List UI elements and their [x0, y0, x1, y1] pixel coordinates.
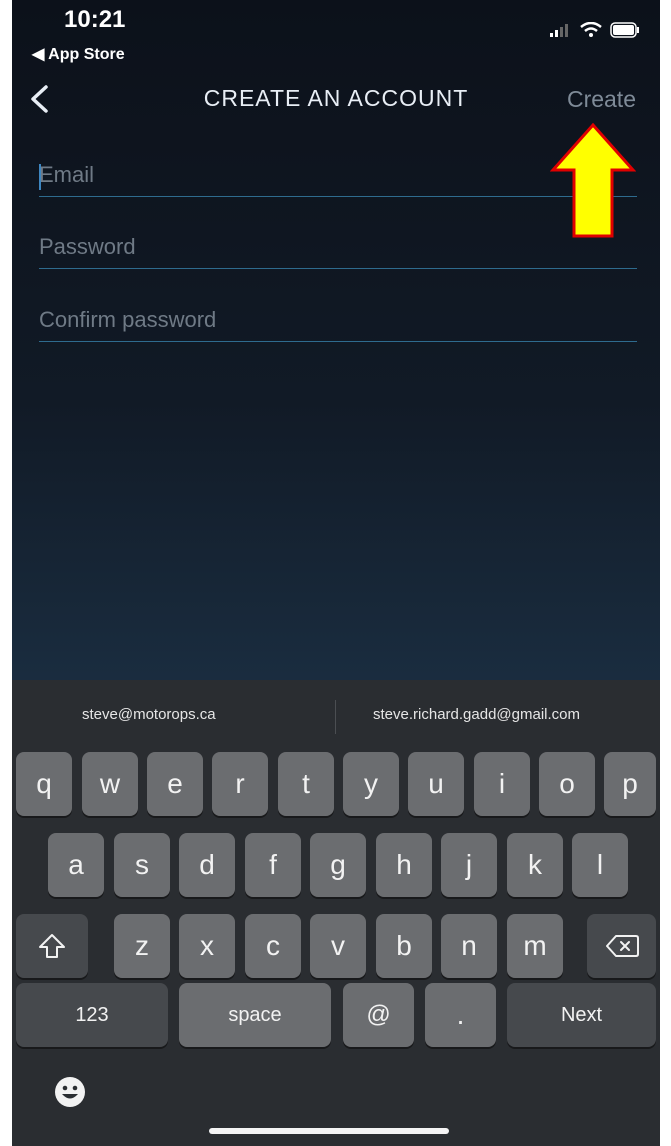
signal-icon [550, 24, 568, 37]
key-d[interactable]: d [179, 833, 235, 897]
confirm-password-field[interactable] [39, 307, 637, 341]
shift-key[interactable] [16, 914, 88, 978]
dot-key[interactable]: . [425, 983, 496, 1047]
key-n[interactable]: n [441, 914, 497, 978]
key-s[interactable]: s [114, 833, 170, 897]
key-j[interactable]: j [441, 833, 497, 897]
wifi-icon [580, 22, 602, 37]
delete-key[interactable] [587, 914, 656, 978]
key-l[interactable]: l [572, 833, 628, 897]
page-title: CREATE AN ACCOUNT [203, 85, 469, 111]
text-caret [39, 164, 41, 190]
status-icons [550, 22, 640, 38]
key-b[interactable]: b [376, 914, 432, 978]
password-field-container [39, 234, 637, 269]
key-o[interactable]: o [539, 752, 595, 816]
key-e[interactable]: e [147, 752, 203, 816]
key-a[interactable]: a [48, 833, 104, 897]
key-m[interactable]: m [507, 914, 563, 978]
key-k[interactable]: k [507, 833, 563, 897]
back-to-app-store-link[interactable]: ◀ App Store [32, 44, 125, 64]
space-key[interactable]: space [179, 983, 331, 1047]
autofill-suggestion-bar: steve@motorops.ca steve.richard.gadd@gma… [12, 680, 660, 754]
suggestion-divider [335, 700, 336, 734]
key-y[interactable]: y [343, 752, 399, 816]
key-w[interactable]: w [82, 752, 138, 816]
key-z[interactable]: z [114, 914, 170, 978]
key-r[interactable]: r [212, 752, 268, 816]
email-field-container [39, 162, 637, 197]
battery-icon [610, 22, 639, 38]
suggestion-email-1[interactable]: steve@motorops.ca [82, 706, 216, 723]
next-key[interactable]: Next [507, 983, 656, 1047]
status-time: 10:21 [64, 6, 126, 33]
key-g[interactable]: g [310, 833, 366, 897]
shift-icon [39, 934, 65, 958]
emoji-icon[interactable] [54, 1076, 86, 1108]
keyboard: steve@motorops.ca steve.richard.gadd@gma… [12, 680, 660, 1146]
home-indicator[interactable] [209, 1128, 449, 1134]
key-i[interactable]: i [474, 752, 530, 816]
at-key[interactable]: @ [343, 983, 414, 1047]
key-t[interactable]: t [278, 752, 334, 816]
confirm-password-field-container [39, 307, 637, 342]
key-u[interactable]: u [408, 752, 464, 816]
key-h[interactable]: h [376, 833, 432, 897]
annotation-arrow-icon [550, 122, 636, 238]
numbers-key[interactable]: 123 [16, 983, 168, 1047]
key-f[interactable]: f [245, 833, 301, 897]
key-v[interactable]: v [310, 914, 366, 978]
key-p[interactable]: p [604, 752, 656, 816]
create-button[interactable]: Create [567, 86, 636, 113]
backspace-icon [605, 935, 639, 957]
password-field[interactable] [39, 234, 637, 268]
key-c[interactable]: c [245, 914, 301, 978]
email-field[interactable] [39, 162, 637, 196]
key-q[interactable]: q [16, 752, 72, 816]
key-x[interactable]: x [179, 914, 235, 978]
suggestion-email-2[interactable]: steve.richard.gadd@gmail.com [373, 706, 580, 723]
phone-screen: 10:21 ◀ App Store CREATE AN ACCOUNT Crea… [12, 0, 660, 1146]
